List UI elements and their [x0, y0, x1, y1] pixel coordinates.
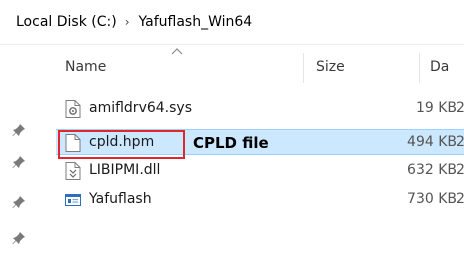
pin-icon[interactable] [12, 155, 26, 169]
file-size: 19 KB [415, 100, 457, 116]
pin-icon[interactable] [12, 123, 26, 137]
breadcrumb: Local Disk (C:) › Yafuflash_Win64 [0, 0, 464, 44]
file-date: 20 [456, 134, 464, 150]
file-name: LIBIPMI.dll [89, 162, 161, 178]
highlight-box [58, 130, 185, 159]
annotation-label: CPLD file [193, 134, 269, 152]
system-file-icon [65, 100, 81, 118]
file-row[interactable]: LIBIPMI.dll 632 KB 20 [48, 158, 464, 184]
file-date: 20 [456, 191, 464, 207]
file-size: 632 KB [407, 162, 457, 178]
pin-icon[interactable] [12, 195, 26, 209]
file-date: 20 [456, 162, 464, 178]
file-name: amifldrv64.sys [89, 100, 192, 116]
file-date: 20 [456, 100, 464, 116]
application-icon [65, 194, 81, 206]
breadcrumb-item-local-disk[interactable]: Local Disk (C:) [16, 14, 117, 30]
breadcrumb-separator[interactable]: › [125, 15, 130, 29]
column-header-size[interactable]: Size [316, 59, 345, 75]
column-divider[interactable] [303, 53, 304, 83]
dll-file-icon [65, 162, 81, 180]
column-header-name[interactable]: Name [65, 59, 106, 75]
file-size: 730 KB [407, 191, 457, 207]
breadcrumb-item-yafuflash-win64[interactable]: Yafuflash_Win64 [139, 14, 253, 30]
column-divider[interactable] [419, 53, 420, 83]
file-name: Yafuflash [89, 191, 152, 207]
file-row[interactable]: amifldrv64.sys 19 KB 20 [48, 96, 464, 122]
column-header-date[interactable]: Da [430, 59, 449, 75]
quick-access-pins [0, 45, 48, 255]
sort-ascending-icon [171, 48, 183, 55]
pin-icon[interactable] [12, 231, 26, 245]
column-header: Name Size Da [48, 45, 464, 87]
file-size: 494 KB [407, 134, 457, 150]
file-row[interactable]: Yafuflash 730 KB 20 [48, 187, 464, 213]
